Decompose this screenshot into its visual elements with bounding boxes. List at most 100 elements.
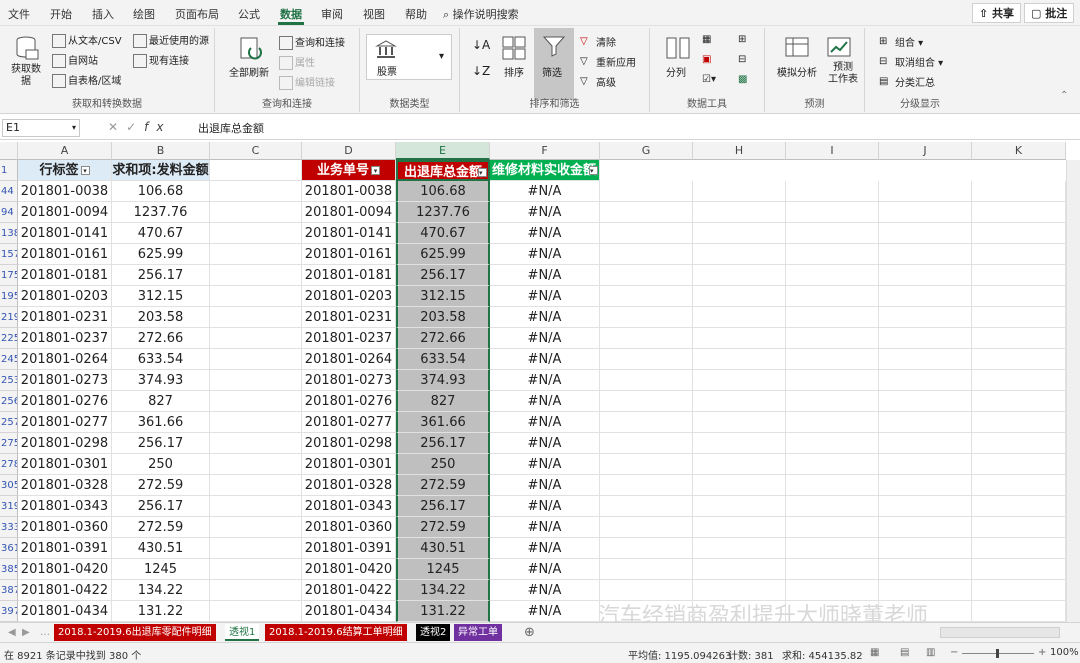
table-cell[interactable]: [972, 454, 1066, 475]
column-header-j[interactable]: J: [879, 142, 972, 160]
menu-review[interactable]: 审阅: [321, 6, 343, 22]
table-cell[interactable]: [210, 559, 302, 580]
cell-c1[interactable]: [210, 160, 302, 181]
table-cell[interactable]: #N/A: [490, 391, 600, 412]
tell-me-search[interactable]: ⌕ 操作说明搜索: [443, 6, 519, 22]
properties-button[interactable]: 属性: [279, 54, 315, 70]
table-cell[interactable]: 312.15: [112, 286, 210, 307]
table-cell[interactable]: 430.51: [396, 538, 490, 559]
from-table-button[interactable]: 自表格/区域: [52, 72, 121, 88]
table-cell[interactable]: 201801-0273: [18, 370, 112, 391]
select-all-corner[interactable]: [0, 142, 18, 160]
table-cell[interactable]: [210, 496, 302, 517]
table-cell[interactable]: [600, 433, 693, 454]
table-cell[interactable]: [786, 202, 879, 223]
table-cell[interactable]: [693, 454, 786, 475]
menu-formulas[interactable]: 公式: [238, 6, 260, 22]
table-cell[interactable]: [210, 412, 302, 433]
table-cell[interactable]: [786, 349, 879, 370]
table-cell[interactable]: 201801-0264: [302, 349, 396, 370]
table-cell[interactable]: 201801-0360: [18, 517, 112, 538]
table-cell[interactable]: [972, 181, 1066, 202]
table-cell[interactable]: #N/A: [490, 349, 600, 370]
row-header[interactable]: 275: [0, 433, 18, 454]
table-cell[interactable]: [972, 580, 1066, 601]
table-cell[interactable]: [693, 517, 786, 538]
table-cell[interactable]: #N/A: [490, 580, 600, 601]
table-cell[interactable]: [693, 559, 786, 580]
sort-desc-icon[interactable]: ↓Z: [472, 64, 490, 78]
menu-view[interactable]: 视图: [363, 6, 385, 22]
table-cell[interactable]: 201801-0181: [18, 265, 112, 286]
tab-scroll-right-icon[interactable]: ▶: [18, 624, 34, 641]
tab-more-icon[interactable]: …: [36, 624, 54, 641]
table-cell[interactable]: [972, 433, 1066, 454]
table-cell[interactable]: [600, 265, 693, 286]
table-cell[interactable]: 201801-0391: [302, 538, 396, 559]
table-cell[interactable]: 201801-0298: [18, 433, 112, 454]
page-break-view-icon[interactable]: ▥: [926, 647, 935, 658]
column-header-f[interactable]: F: [490, 142, 600, 160]
table-cell[interactable]: [210, 580, 302, 601]
subtotal-button[interactable]: ▤ 分类汇总: [879, 74, 935, 90]
table-cell[interactable]: [693, 433, 786, 454]
table-cell[interactable]: [972, 391, 1066, 412]
table-cell[interactable]: [879, 223, 972, 244]
cell-b1[interactable]: 求和项:发料金额: [112, 160, 210, 181]
table-cell[interactable]: [693, 328, 786, 349]
table-cell[interactable]: 470.67: [112, 223, 210, 244]
table-cell[interactable]: [972, 412, 1066, 433]
sort-button[interactable]: 排序: [504, 64, 524, 79]
group-button[interactable]: ⊞ 组合 ▾: [879, 34, 923, 50]
table-cell[interactable]: 201801-0264: [18, 349, 112, 370]
table-cell[interactable]: #N/A: [490, 370, 600, 391]
sort-asc-icon[interactable]: ↓A: [472, 38, 490, 52]
table-cell[interactable]: [786, 454, 879, 475]
table-cell[interactable]: #N/A: [490, 412, 600, 433]
menu-insert[interactable]: 插入: [92, 6, 114, 22]
table-cell[interactable]: 625.99: [112, 244, 210, 265]
table-cell[interactable]: [786, 433, 879, 454]
table-cell[interactable]: 312.15: [396, 286, 490, 307]
table-cell[interactable]: [693, 307, 786, 328]
comment-button[interactable]: ▢ 批注: [1024, 3, 1075, 23]
table-cell[interactable]: [600, 328, 693, 349]
table-cell[interactable]: [210, 517, 302, 538]
table-cell[interactable]: [600, 454, 693, 475]
table-cell[interactable]: 201801-0343: [18, 496, 112, 517]
table-cell[interactable]: [693, 538, 786, 559]
row-header[interactable]: 1: [0, 160, 18, 181]
table-cell[interactable]: 134.22: [396, 580, 490, 601]
table-cell[interactable]: 625.99: [396, 244, 490, 265]
row-header[interactable]: 387: [0, 580, 18, 601]
table-cell[interactable]: [210, 307, 302, 328]
table-cell[interactable]: #N/A: [490, 559, 600, 580]
table-cell[interactable]: 201801-0161: [302, 244, 396, 265]
table-cell[interactable]: [210, 223, 302, 244]
table-cell[interactable]: [786, 244, 879, 265]
filter-dropdown-icon[interactable]: ▾: [80, 166, 90, 175]
ungroup-button[interactable]: ⊟ 取消组合 ▾: [879, 54, 943, 70]
table-cell[interactable]: #N/A: [490, 244, 600, 265]
table-cell[interactable]: [879, 307, 972, 328]
table-cell[interactable]: [210, 601, 302, 622]
table-cell[interactable]: [972, 538, 1066, 559]
row-header[interactable]: 195: [0, 286, 18, 307]
table-cell[interactable]: [600, 181, 693, 202]
share-button[interactable]: ⇧ 共享: [972, 3, 1022, 23]
table-cell[interactable]: [693, 349, 786, 370]
table-cell[interactable]: [972, 244, 1066, 265]
menu-data[interactable]: 数据: [278, 6, 304, 25]
table-cell[interactable]: [879, 202, 972, 223]
zoom-in-icon[interactable]: +: [1038, 647, 1046, 658]
table-cell[interactable]: 201801-0422: [302, 580, 396, 601]
table-cell[interactable]: 131.22: [396, 601, 490, 622]
menu-page-layout[interactable]: 页面布局: [175, 6, 219, 22]
table-cell[interactable]: 256.17: [396, 433, 490, 454]
sheet-tab-outbound-details[interactable]: 2018.1-2019.6出退库零配件明细: [54, 624, 216, 641]
table-cell[interactable]: [786, 307, 879, 328]
normal-view-icon[interactable]: ▦: [870, 647, 879, 658]
row-header[interactable]: 138: [0, 223, 18, 244]
table-cell[interactable]: [879, 265, 972, 286]
row-header[interactable]: 219: [0, 307, 18, 328]
